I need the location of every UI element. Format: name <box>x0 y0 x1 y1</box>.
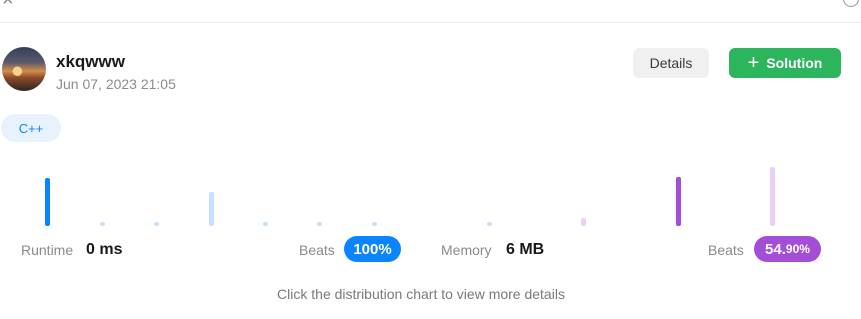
language-tag: C++ <box>1 114 61 142</box>
solution-button-label: Solution <box>766 55 823 71</box>
memory-value: 6 MB <box>506 241 545 258</box>
chart-hint: Click the distribution chart to view mor… <box>277 286 565 302</box>
runtime-bar[interactable] <box>263 222 268 226</box>
details-button[interactable]: Details <box>633 48 709 78</box>
memory-label: Memory <box>441 242 492 258</box>
avatar[interactable] <box>2 47 46 91</box>
runtime-bar[interactable] <box>100 222 105 226</box>
memory-bar[interactable] <box>770 167 775 226</box>
plus-icon: + <box>747 52 760 74</box>
runtime-bar[interactable] <box>372 222 377 226</box>
close-icon[interactable]: × <box>2 0 14 10</box>
runtime-beats-label: Beats <box>299 242 335 258</box>
details-button-label: Details <box>649 55 693 71</box>
runtime-value: 0 ms <box>86 241 123 258</box>
panel-header: × <box>0 0 861 23</box>
runtime-bar[interactable] <box>209 192 214 226</box>
memory-bar-current[interactable] <box>676 177 681 226</box>
runtime-beats-badge: 100% <box>344 236 401 262</box>
refresh-icon[interactable] <box>843 0 859 7</box>
memory-bar[interactable] <box>487 222 492 226</box>
runtime-bar[interactable] <box>317 222 322 226</box>
memory-beats-main: 54. <box>765 240 786 258</box>
submission-timestamp: Jun 07, 2023 21:05 <box>56 76 176 92</box>
post-solution-button[interactable]: + Solution <box>729 48 841 78</box>
runtime-bar[interactable] <box>154 222 159 226</box>
memory-bar[interactable] <box>581 218 586 226</box>
runtime-label: Runtime <box>21 242 74 258</box>
runtime-bar-current[interactable] <box>45 178 50 226</box>
memory-beats-label: Beats <box>708 242 744 258</box>
memory-beats-badge: 54. 90% <box>754 236 821 262</box>
memory-beats-fraction: 90% <box>785 242 810 256</box>
username[interactable]: xkqwww <box>56 52 125 72</box>
